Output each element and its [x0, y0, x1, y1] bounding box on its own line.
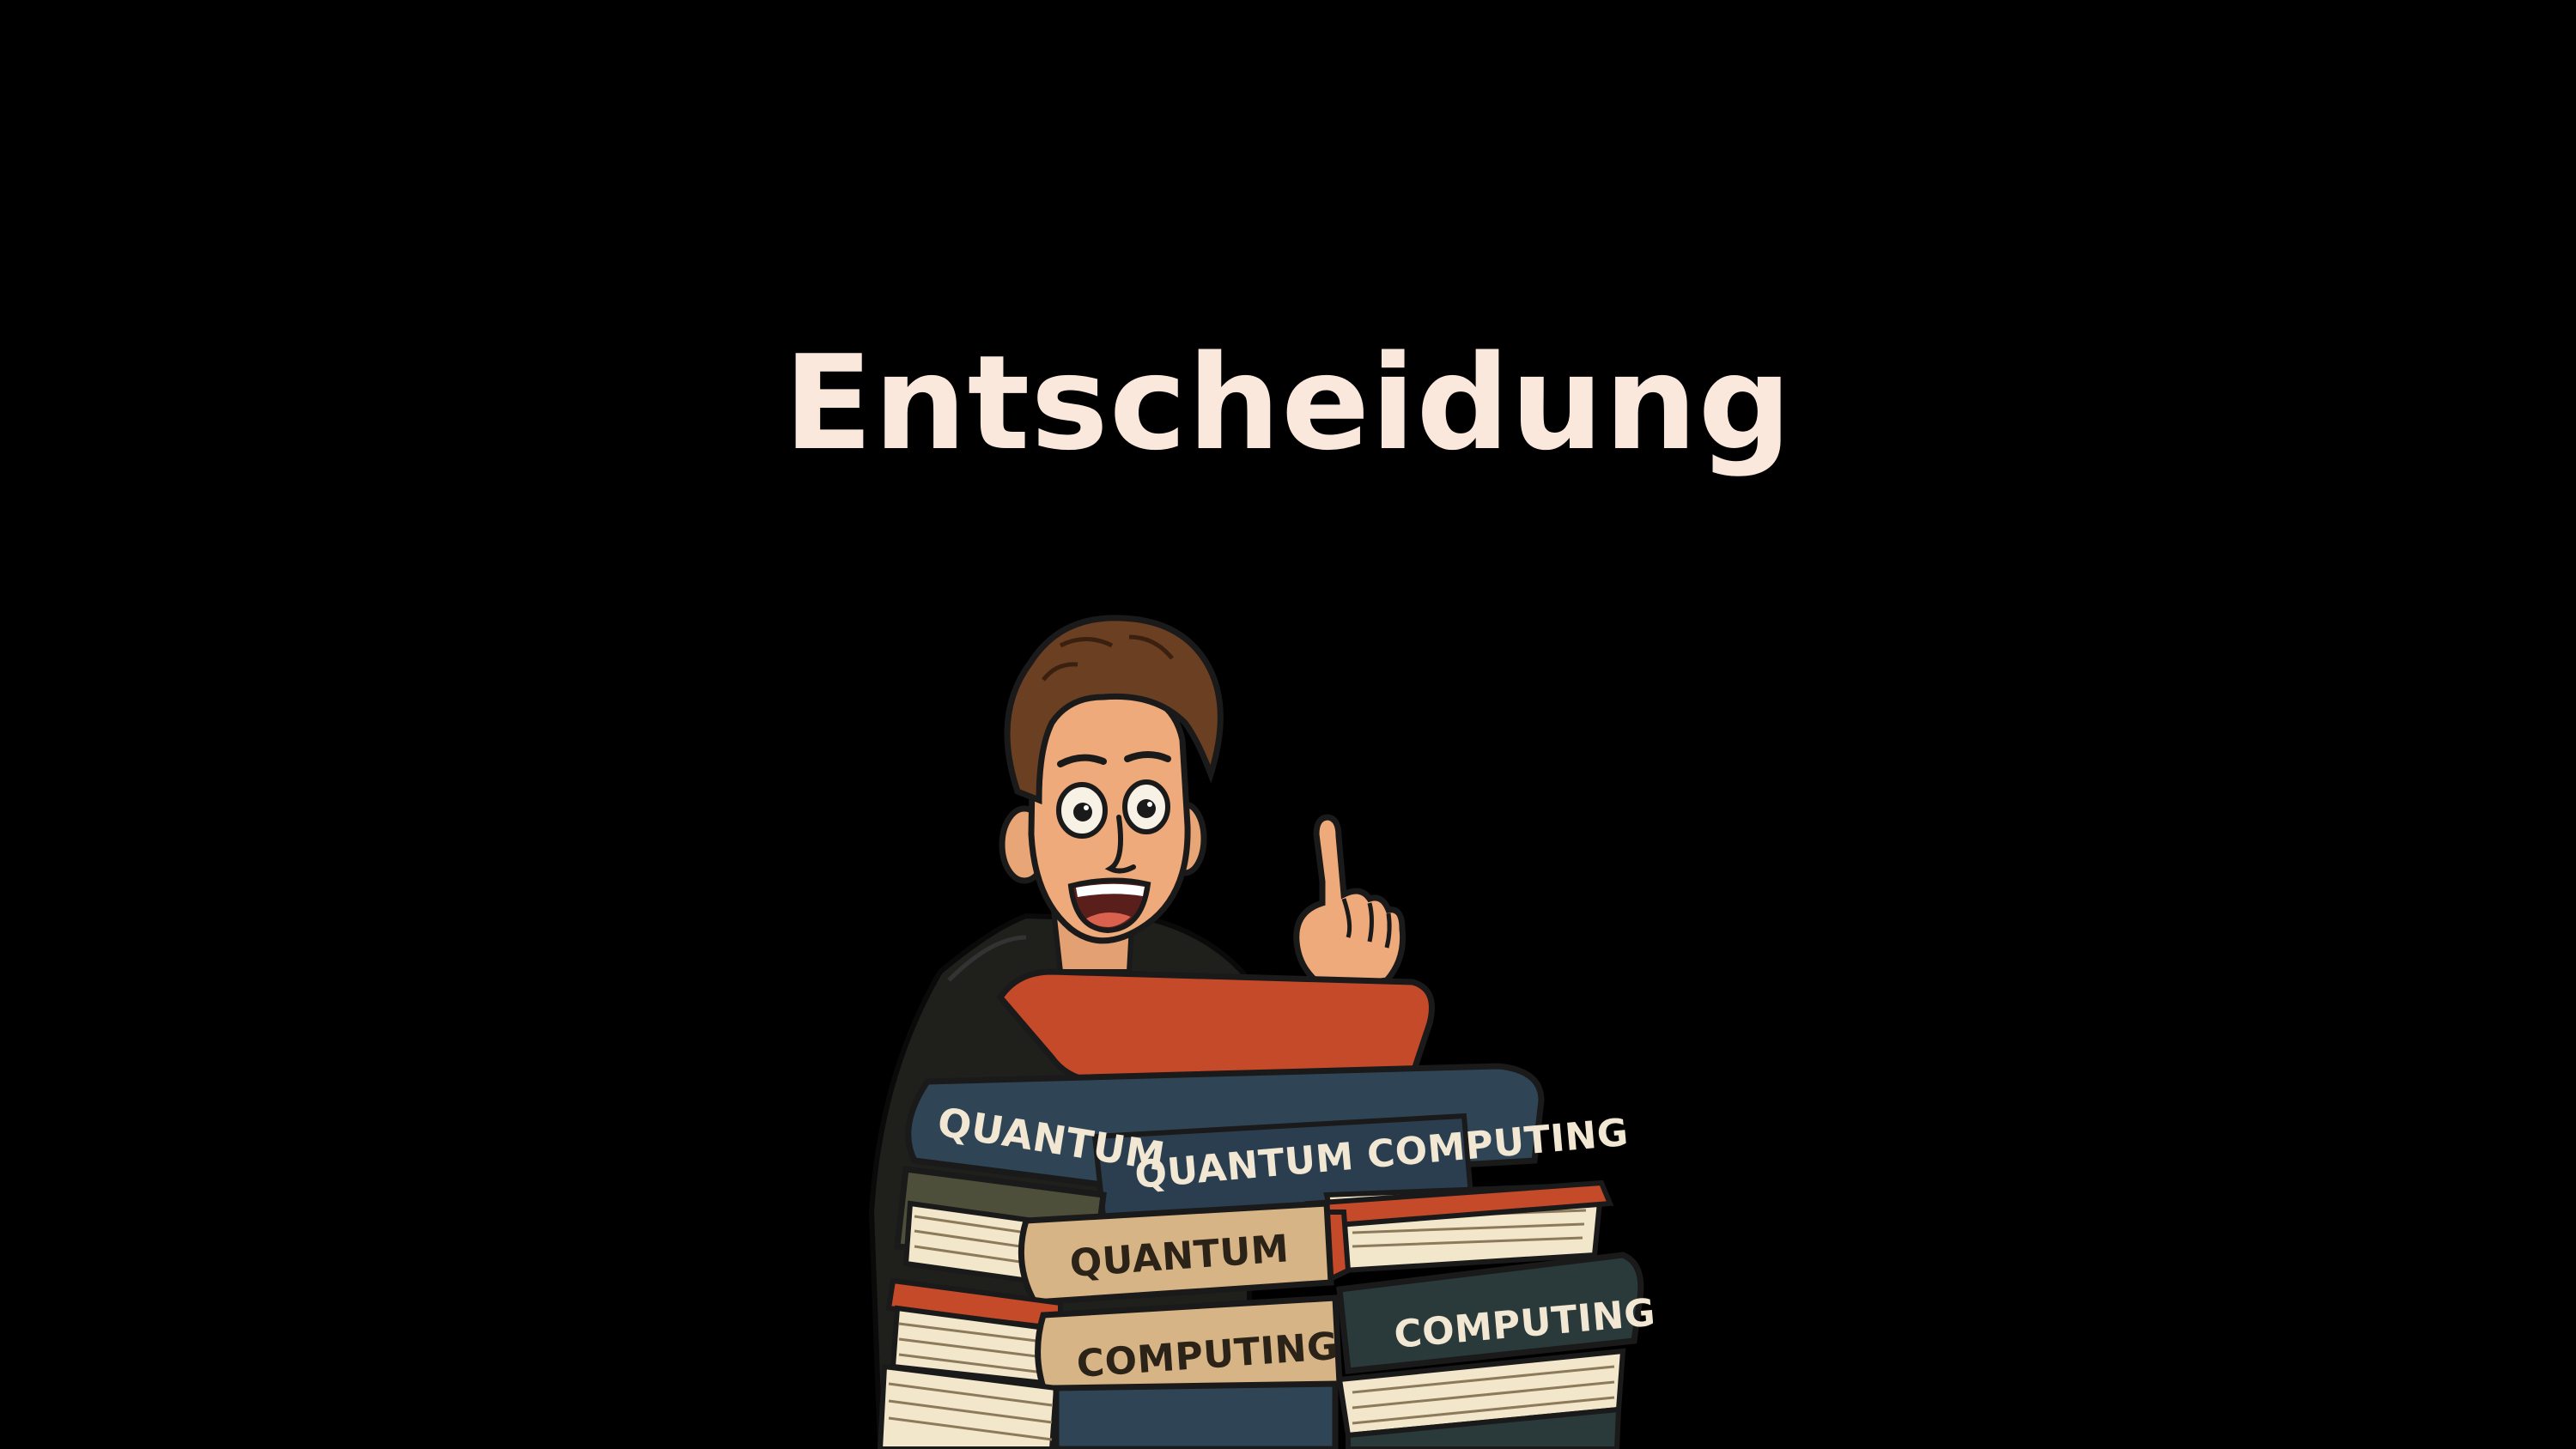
- slide-title: Entscheidung: [783, 327, 1793, 479]
- left-eye: [1056, 782, 1108, 839]
- book-tan-quantum: QUANTUM: [1018, 1200, 1334, 1306]
- right-eye: [1122, 779, 1170, 834]
- pointing-hand: [1293, 814, 1406, 992]
- illustration-svg: QUANTUM QUANTUM COMPUTING QUANTUM COMPUT…: [868, 615, 1653, 1449]
- man-with-books-illustration: QUANTUM QUANTUM COMPUTING QUANTUM COMPUT…: [846, 611, 1653, 1449]
- slide: Entscheidung QUANTUM QUANTUM COMPUTING Q…: [0, 0, 2576, 1449]
